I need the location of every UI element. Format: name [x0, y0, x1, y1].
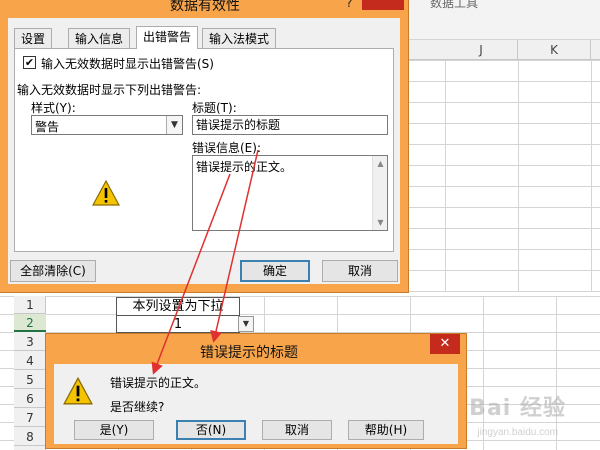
error-alert-dialog: 错误提示的标题 ✕ 错误提示的正文。 是否继续? 是(Y) 否(N) 取消 帮助…	[46, 334, 466, 448]
clear-all-button[interactable]: 全部清除(C)	[10, 260, 96, 282]
tab-input-message[interactable]: 输入信息	[68, 28, 131, 48]
row-header-6[interactable]: 6	[14, 390, 46, 408]
section-label: 输入无效数据时显示下列出错警告:	[17, 83, 202, 97]
chevron-down-icon[interactable]: ▼	[166, 116, 182, 134]
cell-selected-value[interactable]: 1	[116, 315, 240, 333]
scroll-up-icon[interactable]: ▲	[373, 156, 388, 171]
sheet-grid-upper[interactable]	[408, 60, 600, 292]
style-label: 样式(Y):	[31, 101, 76, 115]
tab-strip: 设置 输入信息 出错警告 输入法模式	[14, 26, 394, 50]
show-error-checkbox[interactable]: ✔	[23, 56, 36, 69]
scroll-down-icon[interactable]: ▼	[373, 215, 388, 230]
row-header-2[interactable]: 2	[14, 314, 46, 332]
close-icon[interactable]: ✕	[430, 334, 460, 354]
warning-icon	[63, 376, 93, 405]
column-header-j[interactable]: J	[445, 40, 518, 60]
cancel-button[interactable]: 取消	[322, 260, 398, 282]
message-label: 错误信息(E):	[192, 141, 261, 155]
cancel-button[interactable]: 取消	[262, 420, 332, 440]
title-label: 标题(T):	[192, 101, 237, 115]
error-message: 错误提示的正文。	[110, 376, 207, 390]
message-scrollbar[interactable]: ▲ ▼	[372, 156, 387, 230]
row-header-1[interactable]: 1	[14, 296, 46, 314]
row-header-5[interactable]: 5	[14, 371, 46, 389]
ribbon-strip: 数据工具	[408, 0, 600, 40]
watermark-logo: Bai 经验	[469, 396, 566, 421]
column-header-k[interactable]: K	[518, 40, 591, 60]
help-button[interactable]: 帮助(H)	[348, 420, 424, 440]
validation-dialog-client: 设置 输入信息 出错警告 输入法模式 ✔ 输入无效数据时显示出错警告(S) 输入…	[8, 18, 400, 284]
continue-question: 是否继续?	[110, 400, 165, 414]
cell-dropdown-button[interactable]: ▼	[238, 316, 254, 332]
validation-dialog-title: 数据有效性	[170, 0, 240, 14]
yes-button[interactable]: 是(Y)	[74, 420, 154, 440]
watermark-url: jingyan.baidu.com	[477, 427, 558, 438]
message-textarea-text: 错误提示的正文。	[196, 160, 293, 174]
error-alert-panel: ✔ 输入无效数据时显示出错警告(S) 输入无效数据时显示下列出错警告: 样式(Y…	[14, 48, 394, 252]
ok-button[interactable]: 确定	[240, 260, 310, 282]
tab-error-alert[interactable]: 出错警告	[136, 26, 199, 49]
help-icon[interactable]: ?	[346, 0, 352, 10]
row-header-column: 1 2 3 4 5 6 7 8	[14, 296, 46, 450]
title-input[interactable]: 错误提示的标题	[192, 115, 388, 135]
style-combo-value: 警告	[35, 120, 60, 134]
cell-header-dropdown-note[interactable]: 本列设置为下拉	[116, 297, 240, 315]
close-icon[interactable]	[362, 0, 404, 10]
tab-ime-mode[interactable]: 输入法模式	[202, 28, 277, 48]
row-header-3[interactable]: 3	[14, 333, 46, 351]
row-header-7[interactable]: 7	[14, 409, 46, 427]
warning-icon	[91, 179, 121, 206]
style-combo[interactable]: 警告 ▼	[31, 115, 183, 135]
show-error-label[interactable]: 输入无效数据时显示出错警告(S)	[41, 55, 214, 72]
ribbon-tab-data-tools[interactable]: 数据工具	[430, 0, 478, 11]
row-header-4[interactable]: 4	[14, 352, 46, 370]
message-textarea[interactable]: 错误提示的正文。 ▲ ▼	[192, 155, 388, 231]
validation-dialog: 数据有效性 ? 设置 输入信息 出错警告 输入法模式 ✔ 输入无效数据时显示出错…	[0, 0, 408, 292]
tab-settings[interactable]: 设置	[14, 28, 53, 48]
error-dialog-client: 错误提示的正文。 是否继续? 是(Y) 否(N) 取消 帮助(H)	[54, 364, 458, 444]
column-header-row: J K	[408, 40, 600, 60]
no-button[interactable]: 否(N)	[176, 420, 246, 440]
error-dialog-title: 错误提示的标题	[200, 345, 298, 361]
row-header-8[interactable]: 8	[14, 428, 46, 446]
